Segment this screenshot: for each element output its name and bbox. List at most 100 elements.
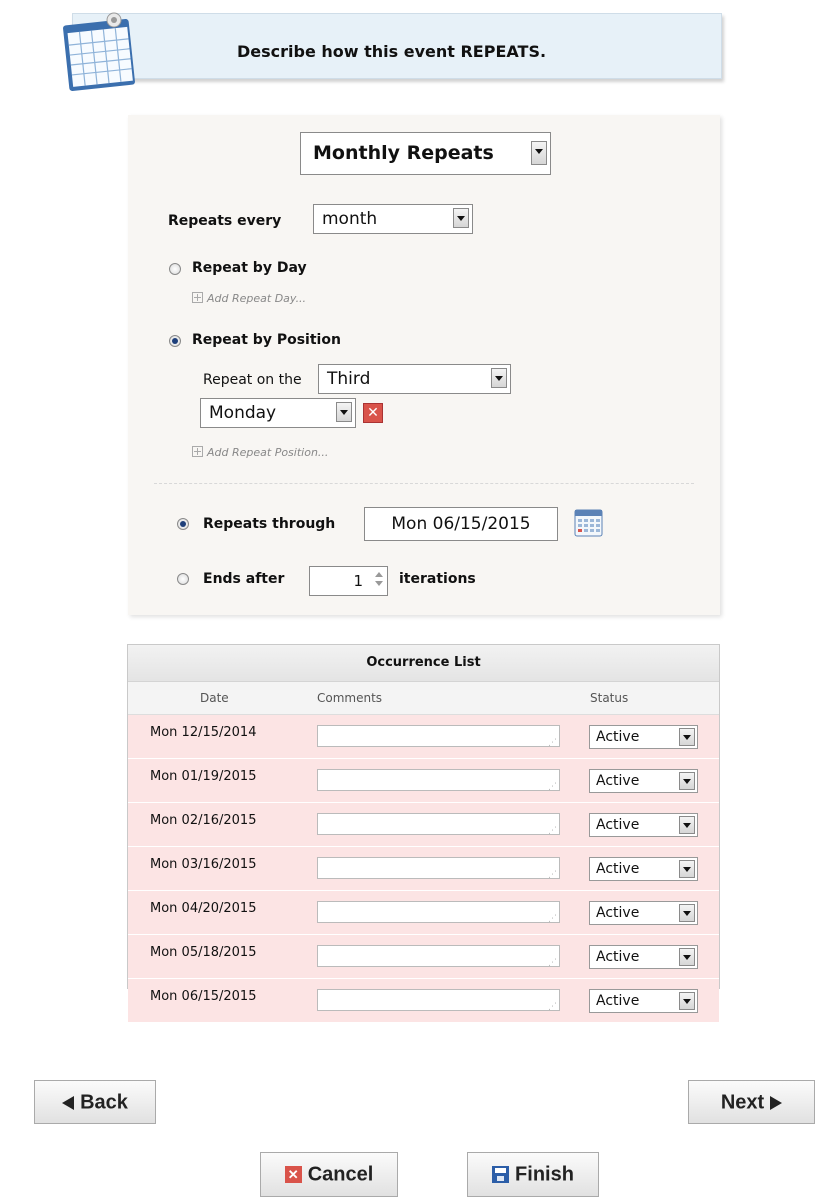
repeat-on-label: Repeat on the bbox=[203, 372, 302, 388]
status-column-header: Status bbox=[590, 691, 629, 705]
chevron-down-icon bbox=[679, 728, 695, 746]
delete-position-button[interactable]: ✕ bbox=[363, 403, 383, 423]
status-value: Active bbox=[596, 773, 640, 789]
comment-input[interactable] bbox=[317, 857, 560, 880]
repeats-every-value: month bbox=[322, 209, 378, 229]
stepper-arrows-icon[interactable] bbox=[373, 570, 385, 592]
comment-input[interactable] bbox=[317, 901, 560, 924]
status-value: Active bbox=[596, 993, 640, 1009]
status-value: Active bbox=[596, 905, 640, 921]
comment-input[interactable] bbox=[317, 945, 560, 968]
plus-icon bbox=[192, 292, 203, 303]
calendar-icon bbox=[63, 12, 135, 91]
divider bbox=[154, 483, 694, 484]
repeats-through-label: Repeats through bbox=[203, 516, 336, 532]
calendar-icon[interactable] bbox=[573, 507, 605, 539]
occurrence-date: Mon 02/16/2015 bbox=[150, 813, 257, 828]
table-row: Mon 02/16/2015 Active bbox=[128, 803, 719, 847]
cancel-button[interactable]: ✕ Cancel bbox=[260, 1152, 398, 1197]
repeat-by-day-label: Repeat by Day bbox=[192, 260, 307, 276]
status-select[interactable]: Active bbox=[589, 857, 698, 881]
add-repeat-day-text: Add Repeat Day... bbox=[207, 292, 307, 305]
add-repeat-position-link[interactable]: Add Repeat Position... bbox=[192, 446, 328, 459]
table-row: Mon 06/15/2015 Active bbox=[128, 979, 719, 1023]
repeat-type-select[interactable]: Monthly Repeats bbox=[300, 132, 551, 175]
occurrence-date: Mon 03/16/2015 bbox=[150, 857, 257, 872]
finish-button-label: Finish bbox=[515, 1163, 574, 1186]
status-select[interactable]: Active bbox=[589, 945, 698, 969]
chevron-down-icon bbox=[679, 816, 695, 834]
occurrence-date: Mon 12/15/2014 bbox=[150, 725, 257, 740]
status-select[interactable]: Active bbox=[589, 901, 698, 925]
occurrence-date: Mon 05/18/2015 bbox=[150, 945, 257, 960]
ends-after-stepper[interactable]: 1 bbox=[309, 566, 388, 596]
finish-button[interactable]: Finish bbox=[467, 1152, 599, 1197]
status-select[interactable]: Active bbox=[589, 813, 698, 837]
back-button[interactable]: Back bbox=[34, 1080, 156, 1124]
status-value: Active bbox=[596, 729, 640, 745]
table-row: Mon 05/18/2015 Active bbox=[128, 935, 719, 979]
comments-column-header: Comments bbox=[317, 691, 383, 705]
weekday-value: Monday bbox=[209, 403, 277, 423]
chevron-down-icon bbox=[679, 948, 695, 966]
chevron-down-icon bbox=[453, 208, 469, 228]
position-select[interactable]: Third bbox=[318, 364, 511, 394]
comment-input[interactable] bbox=[317, 725, 560, 748]
repeat-by-position-label: Repeat by Position bbox=[192, 332, 341, 348]
ends-after-count: 1 bbox=[353, 572, 363, 590]
occurrence-date: Mon 06/15/2015 bbox=[150, 989, 257, 1004]
date-column-header: Date bbox=[200, 691, 229, 705]
save-icon bbox=[492, 1166, 510, 1184]
table-row: Mon 01/19/2015 Active bbox=[128, 759, 719, 803]
status-select[interactable]: Active bbox=[589, 725, 698, 749]
back-button-label: Back bbox=[80, 1091, 128, 1114]
repeat-by-position-radio[interactable] bbox=[169, 335, 181, 347]
page-title: Describe how this event REPEATS. bbox=[237, 42, 547, 61]
ends-after-label: Ends after bbox=[203, 571, 285, 587]
position-value: Third bbox=[327, 369, 371, 389]
next-arrow-icon bbox=[770, 1095, 783, 1110]
plus-icon bbox=[192, 446, 203, 457]
iterations-label: iterations bbox=[399, 571, 476, 587]
repeat-by-day-radio[interactable] bbox=[169, 263, 181, 275]
status-select[interactable]: Active bbox=[589, 769, 698, 793]
repeat-settings-panel: Monthly Repeats Repeats every month Repe… bbox=[128, 115, 720, 615]
chevron-down-icon bbox=[491, 368, 507, 388]
status-value: Active bbox=[596, 861, 640, 877]
status-select[interactable]: Active bbox=[589, 989, 698, 1013]
next-button-label: Next bbox=[720, 1091, 765, 1114]
status-value: Active bbox=[596, 817, 640, 833]
repeat-type-value: Monthly Repeats bbox=[313, 142, 494, 164]
occurrence-list-title: Occurrence List bbox=[128, 645, 719, 682]
chevron-down-icon bbox=[336, 402, 352, 422]
chevron-down-icon bbox=[531, 141, 547, 165]
comment-input[interactable] bbox=[317, 769, 560, 792]
repeats-every-label: Repeats every bbox=[168, 213, 282, 229]
chevron-down-icon bbox=[679, 992, 695, 1010]
chevron-down-icon bbox=[679, 904, 695, 922]
occurrence-date: Mon 01/19/2015 bbox=[150, 769, 257, 784]
weekday-select[interactable]: Monday bbox=[200, 398, 356, 428]
repeats-through-date-field[interactable]: Mon 06/15/2015 bbox=[364, 507, 558, 541]
occurrence-list: Occurrence List Date Comments Status Mon… bbox=[127, 644, 720, 1023]
occurrence-list-header: Date Comments Status bbox=[128, 682, 719, 715]
chevron-down-icon bbox=[679, 772, 695, 790]
repeats-every-select[interactable]: month bbox=[313, 204, 473, 234]
close-icon: ✕ bbox=[284, 1166, 302, 1184]
ends-after-radio[interactable] bbox=[177, 573, 189, 585]
comment-input[interactable] bbox=[317, 813, 560, 836]
repeats-through-radio[interactable] bbox=[177, 518, 189, 530]
occurrence-date: Mon 04/20/2015 bbox=[150, 901, 257, 916]
table-row: Mon 03/16/2015 Active bbox=[128, 847, 719, 891]
add-repeat-position-text: Add Repeat Position... bbox=[207, 446, 329, 459]
chevron-down-icon bbox=[679, 860, 695, 878]
back-arrow-icon bbox=[62, 1095, 75, 1110]
status-value: Active bbox=[596, 949, 640, 965]
comment-input[interactable] bbox=[317, 989, 560, 1012]
table-row: Mon 12/15/2014 Active bbox=[128, 715, 719, 759]
add-repeat-day-link[interactable]: Add Repeat Day... bbox=[192, 292, 306, 305]
table-row: Mon 04/20/2015 Active bbox=[128, 891, 719, 935]
next-button[interactable]: Next bbox=[688, 1080, 815, 1124]
occurrence-rows: Mon 12/15/2014 Active Mon 01/19/2015 Active… bbox=[128, 715, 719, 1023]
cancel-button-label: Cancel bbox=[307, 1163, 374, 1186]
